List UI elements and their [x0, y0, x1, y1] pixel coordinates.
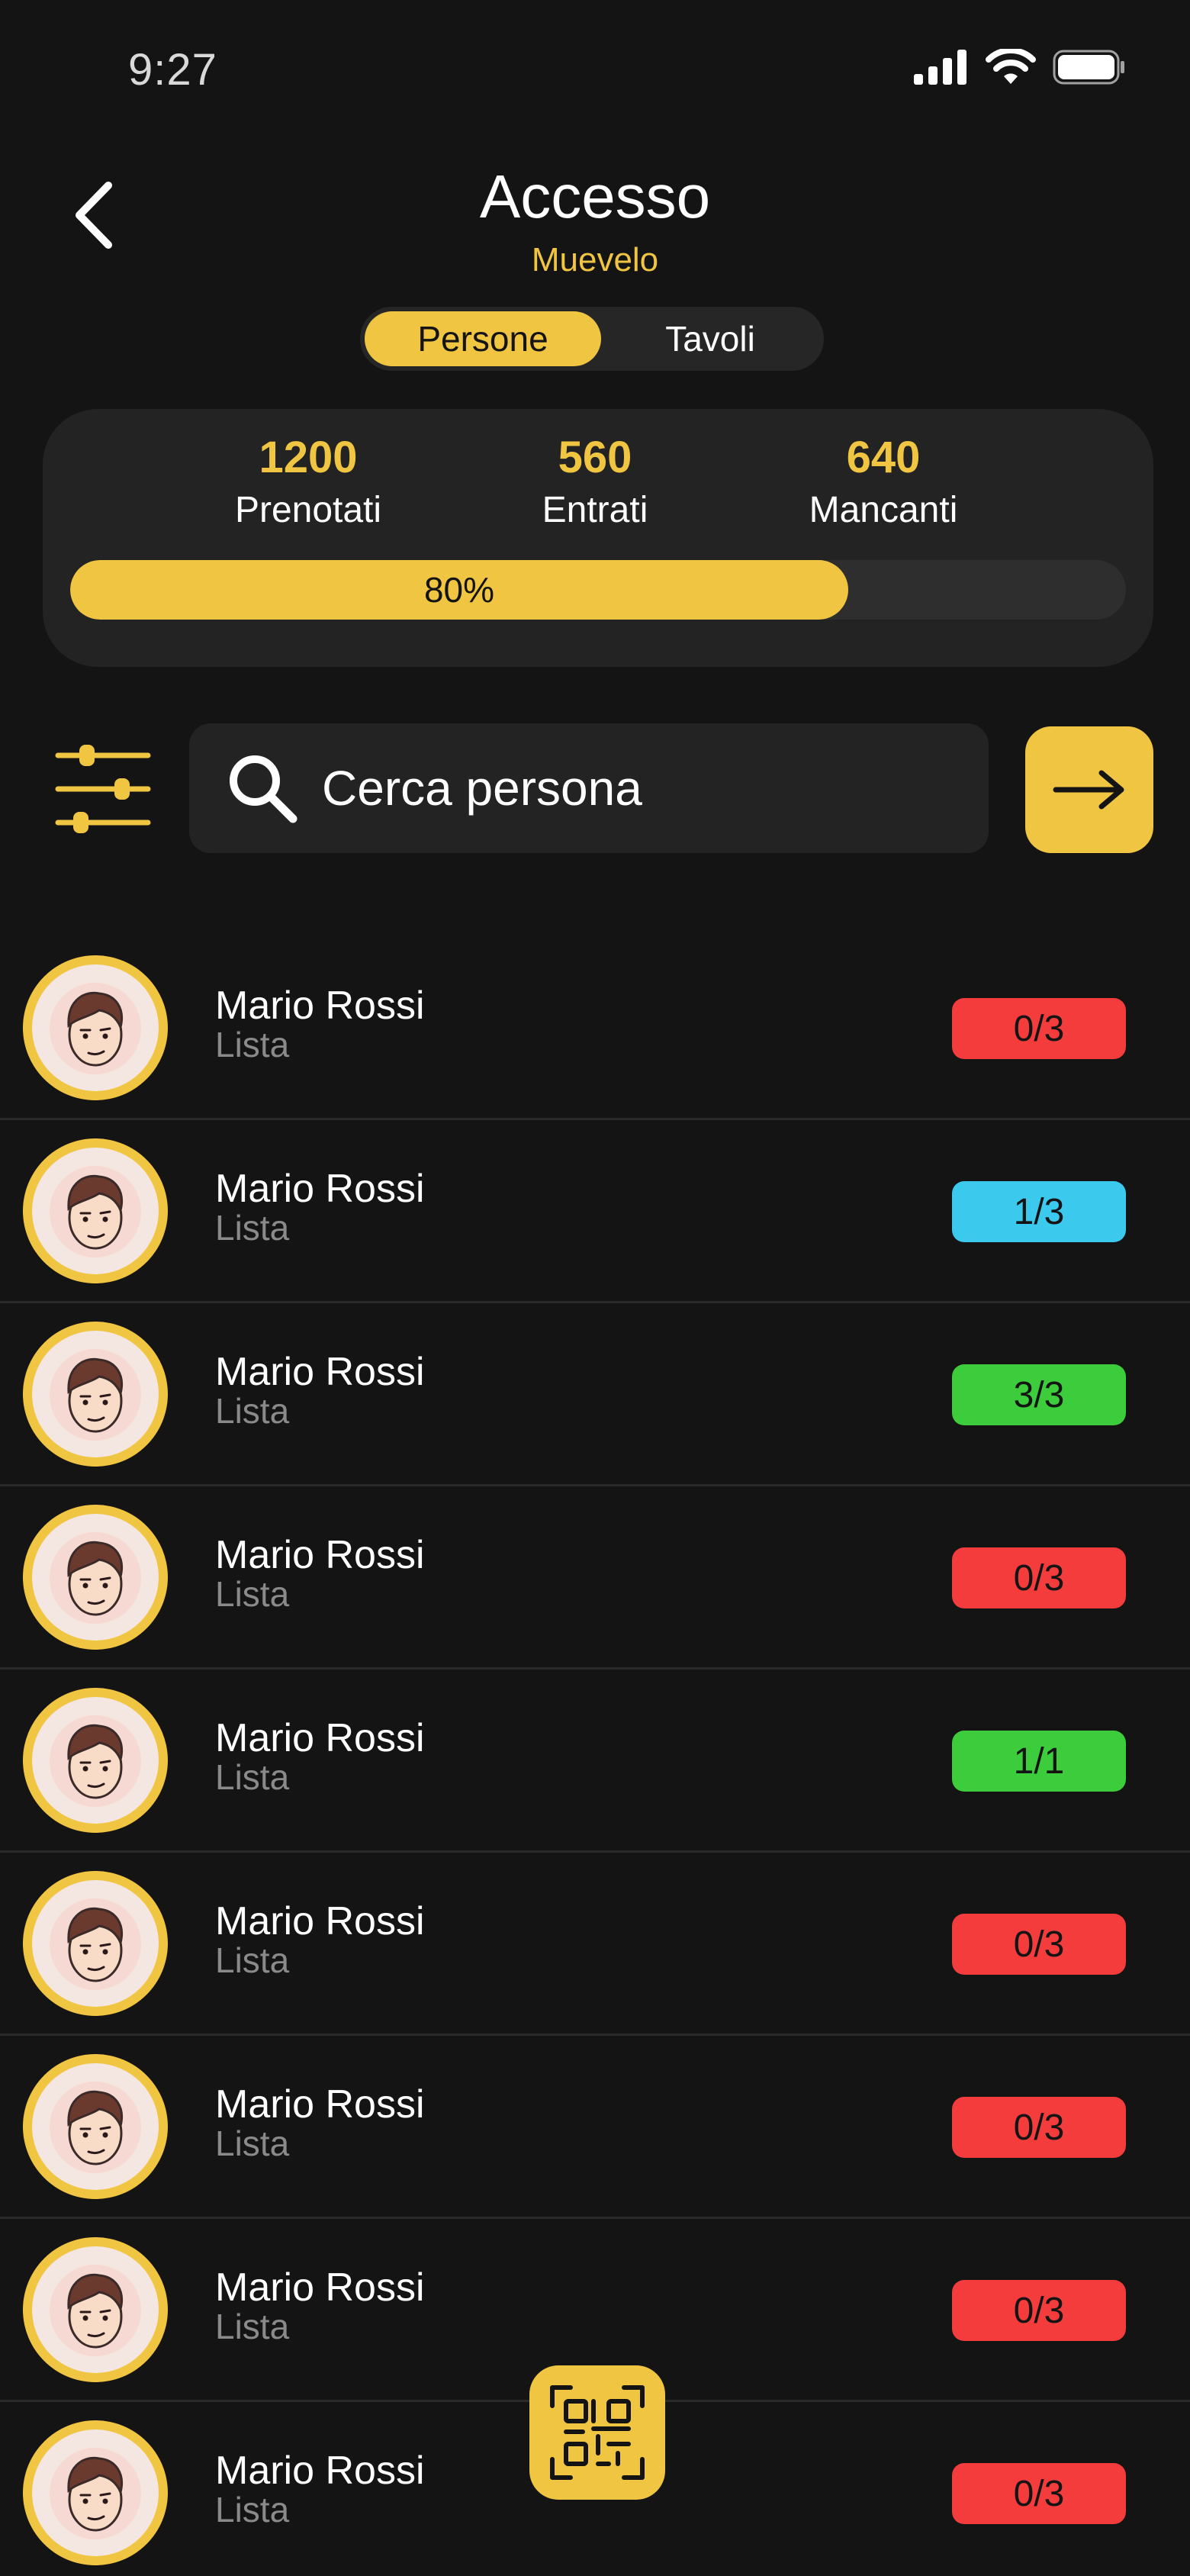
entry-count-badge: 1/3 — [952, 1181, 1126, 1242]
avatar-face — [32, 2063, 159, 2190]
arrow-right-icon — [1053, 770, 1124, 810]
entry-count-badge: 0/3 — [952, 1547, 1126, 1608]
stat-entered-value: 560 — [558, 433, 632, 482]
list-item[interactable]: Mario Rossi Lista 0/3 — [0, 1486, 1190, 1670]
avatar-face — [32, 1514, 159, 1641]
entry-count-badge: 0/3 — [952, 2280, 1126, 2341]
avatar-face — [32, 1697, 159, 1824]
person-list-label: Lista — [215, 1391, 290, 1431]
tab-persone[interactable]: Persone — [365, 311, 601, 366]
wifi-icon — [986, 49, 1036, 84]
person-list-label: Lista — [215, 2307, 290, 2346]
stat-booked-label: Prenotati — [234, 490, 382, 530]
avatar-face — [32, 1331, 159, 1457]
avatar-face-icon — [50, 983, 141, 1074]
entry-count-badge: 0/3 — [952, 998, 1126, 1059]
avatar-face — [32, 1880, 159, 2007]
list-item[interactable]: Mario Rossi Lista 0/3 — [0, 2036, 1190, 2219]
avatar-face-icon — [50, 1532, 141, 1624]
entry-count-badge: 1/1 — [952, 1731, 1126, 1792]
entry-count-badge: 3/3 — [952, 1364, 1126, 1425]
avatar — [23, 955, 168, 1100]
stat-missing-value: 640 — [846, 433, 921, 482]
list-item[interactable]: Mario Rossi Lista 3/3 — [0, 1303, 1190, 1486]
person-list-label: Lista — [215, 1940, 290, 1980]
status-time: 9:27 — [128, 45, 217, 95]
avatar-face — [32, 2246, 159, 2373]
person-list-label: Lista — [215, 2124, 290, 2163]
page-subtitle: Muevelo — [531, 241, 659, 279]
list-item[interactable]: Mario Rossi Lista 0/3 — [0, 1853, 1190, 2036]
person-name: Mario Rossi — [215, 1533, 425, 1577]
qr-scan-button[interactable] — [529, 2365, 665, 2500]
list-item[interactable]: Mario Rossi Lista 1/1 — [0, 1670, 1190, 1853]
avatar-face-icon — [50, 1349, 141, 1441]
avatar — [23, 2420, 168, 2565]
stat-missing-label: Mancanti — [809, 490, 958, 530]
person-list-label: Lista — [215, 1574, 290, 1614]
entry-count-badge: 0/3 — [952, 1914, 1126, 1975]
progress-fill: 80% — [70, 560, 848, 620]
avatar-face — [32, 964, 159, 1091]
avatar — [23, 1688, 168, 1833]
avatar-face — [32, 2429, 159, 2556]
search-box — [189, 723, 989, 853]
person-name: Mario Rossi — [215, 1716, 425, 1760]
signal-icon — [914, 50, 966, 85]
avatar-face-icon — [50, 1166, 141, 1257]
tab-tavoli[interactable]: Tavoli — [601, 311, 819, 366]
progress-label: 80% — [423, 570, 495, 610]
avatar — [23, 1322, 168, 1467]
stat-booked-value: 1200 — [259, 433, 358, 482]
avatar — [23, 1871, 168, 2016]
stat-entered-label: Entrati — [542, 490, 648, 530]
person-name: Mario Rossi — [215, 1350, 425, 1394]
avatar — [23, 2054, 168, 2199]
people-list: Mario Rossi Lista 0/3 Mario Rossi Lista … — [0, 937, 1190, 2576]
person-list-label: Lista — [215, 1208, 290, 1248]
search-input[interactable] — [322, 760, 932, 816]
status-icons — [912, 49, 1126, 85]
person-name: Mario Rossi — [215, 984, 425, 1028]
avatar — [23, 1138, 168, 1283]
person-name: Mario Rossi — [215, 2265, 425, 2310]
page-title: Accesso — [479, 163, 711, 230]
avatar — [23, 1505, 168, 1650]
person-list-label: Lista — [215, 2490, 290, 2529]
avatar-face-icon — [50, 2265, 141, 2356]
stats-card: 1200 Prenotati 560 Entrati 640 Mancanti … — [43, 409, 1153, 667]
person-name: Mario Rossi — [215, 1899, 425, 1943]
avatar-face-icon — [50, 1715, 141, 1807]
entry-count-badge: 0/3 — [952, 2097, 1126, 2158]
entry-count-badge: 0/3 — [952, 2463, 1126, 2524]
person-name: Mario Rossi — [215, 1167, 425, 1211]
stat-entered: 560 Entrati — [481, 432, 709, 531]
list-item[interactable]: Mario Rossi Lista 0/3 — [0, 937, 1190, 1120]
qr-code-icon — [550, 2385, 645, 2480]
filter-button[interactable] — [53, 739, 153, 838]
avatar — [23, 2237, 168, 2382]
status-bar: 9:27 — [0, 0, 1190, 137]
person-list-label: Lista — [215, 1025, 290, 1064]
avatar-face-icon — [50, 2448, 141, 2539]
list-item[interactable]: Mario Rossi Lista 1/3 — [0, 1120, 1190, 1303]
segmented-tabs: Persone Tavoli — [360, 307, 824, 371]
search-go-button[interactable] — [1025, 726, 1153, 853]
person-list-label: Lista — [215, 1757, 290, 1797]
stat-missing: 640 Mancanti — [769, 432, 998, 531]
progress-bar: 80% — [70, 560, 1126, 620]
stat-booked: 1200 Prenotati — [194, 432, 423, 531]
avatar-face-icon — [50, 1898, 141, 1990]
avatar-face-icon — [50, 2082, 141, 2173]
avatar-face — [32, 1148, 159, 1274]
search-icon — [230, 755, 298, 823]
sliders-icon — [55, 745, 151, 833]
person-name: Mario Rossi — [215, 2449, 425, 2493]
battery-icon — [1053, 50, 1124, 85]
person-name: Mario Rossi — [215, 2082, 425, 2127]
